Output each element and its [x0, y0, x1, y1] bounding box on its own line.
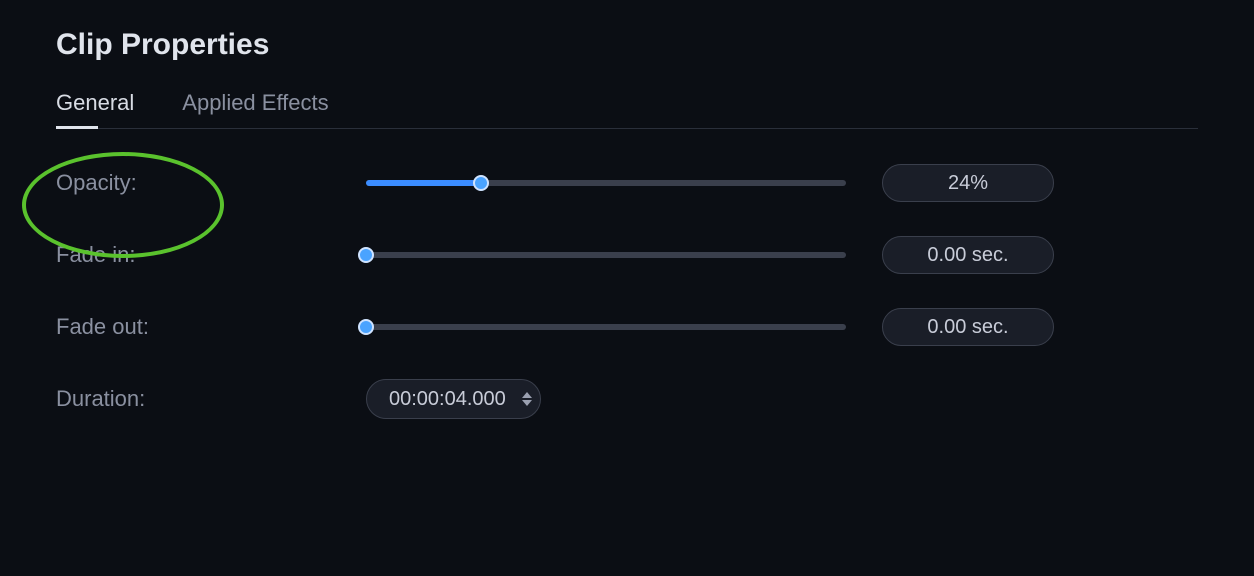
- tab-applied-effects[interactable]: Applied Effects: [182, 90, 328, 128]
- slider-opacity[interactable]: [366, 175, 846, 191]
- slider-track: [366, 180, 846, 186]
- value-fade-in[interactable]: 0.00 sec.: [882, 236, 1054, 274]
- tabs: General Applied Effects: [56, 90, 1198, 129]
- label-duration: Duration:: [56, 386, 366, 412]
- slider-thumb[interactable]: [358, 247, 374, 263]
- label-fade-out: Fade out:: [56, 314, 366, 340]
- label-fade-in: Fade in:: [56, 242, 366, 268]
- chevron-up-icon[interactable]: [522, 392, 532, 398]
- row-fade-out: Fade out: 0.00 sec.: [56, 309, 1198, 345]
- row-duration: Duration: 00:00:04.000: [56, 381, 1198, 417]
- duration-input[interactable]: 00:00:04.000: [366, 379, 541, 419]
- tab-general[interactable]: General: [56, 90, 134, 128]
- slider-fill: [366, 180, 481, 186]
- slider-track: [366, 324, 846, 330]
- row-fade-in: Fade in: 0.00 sec.: [56, 237, 1198, 273]
- value-fade-out[interactable]: 0.00 sec.: [882, 308, 1054, 346]
- slider-fade-in[interactable]: [366, 247, 846, 263]
- chevron-down-icon[interactable]: [522, 400, 532, 406]
- slider-track: [366, 252, 846, 258]
- panel-title: Clip Properties: [56, 28, 1198, 62]
- slider-thumb[interactable]: [473, 175, 489, 191]
- clip-properties-panel: Clip Properties General Applied Effects …: [0, 0, 1254, 481]
- slider-thumb[interactable]: [358, 319, 374, 335]
- duration-value: 00:00:04.000: [389, 388, 506, 411]
- row-opacity: Opacity: 24%: [56, 165, 1198, 201]
- value-opacity[interactable]: 24%: [882, 164, 1054, 202]
- label-opacity: Opacity:: [56, 170, 366, 196]
- slider-fade-out[interactable]: [366, 319, 846, 335]
- duration-stepper: [522, 392, 532, 406]
